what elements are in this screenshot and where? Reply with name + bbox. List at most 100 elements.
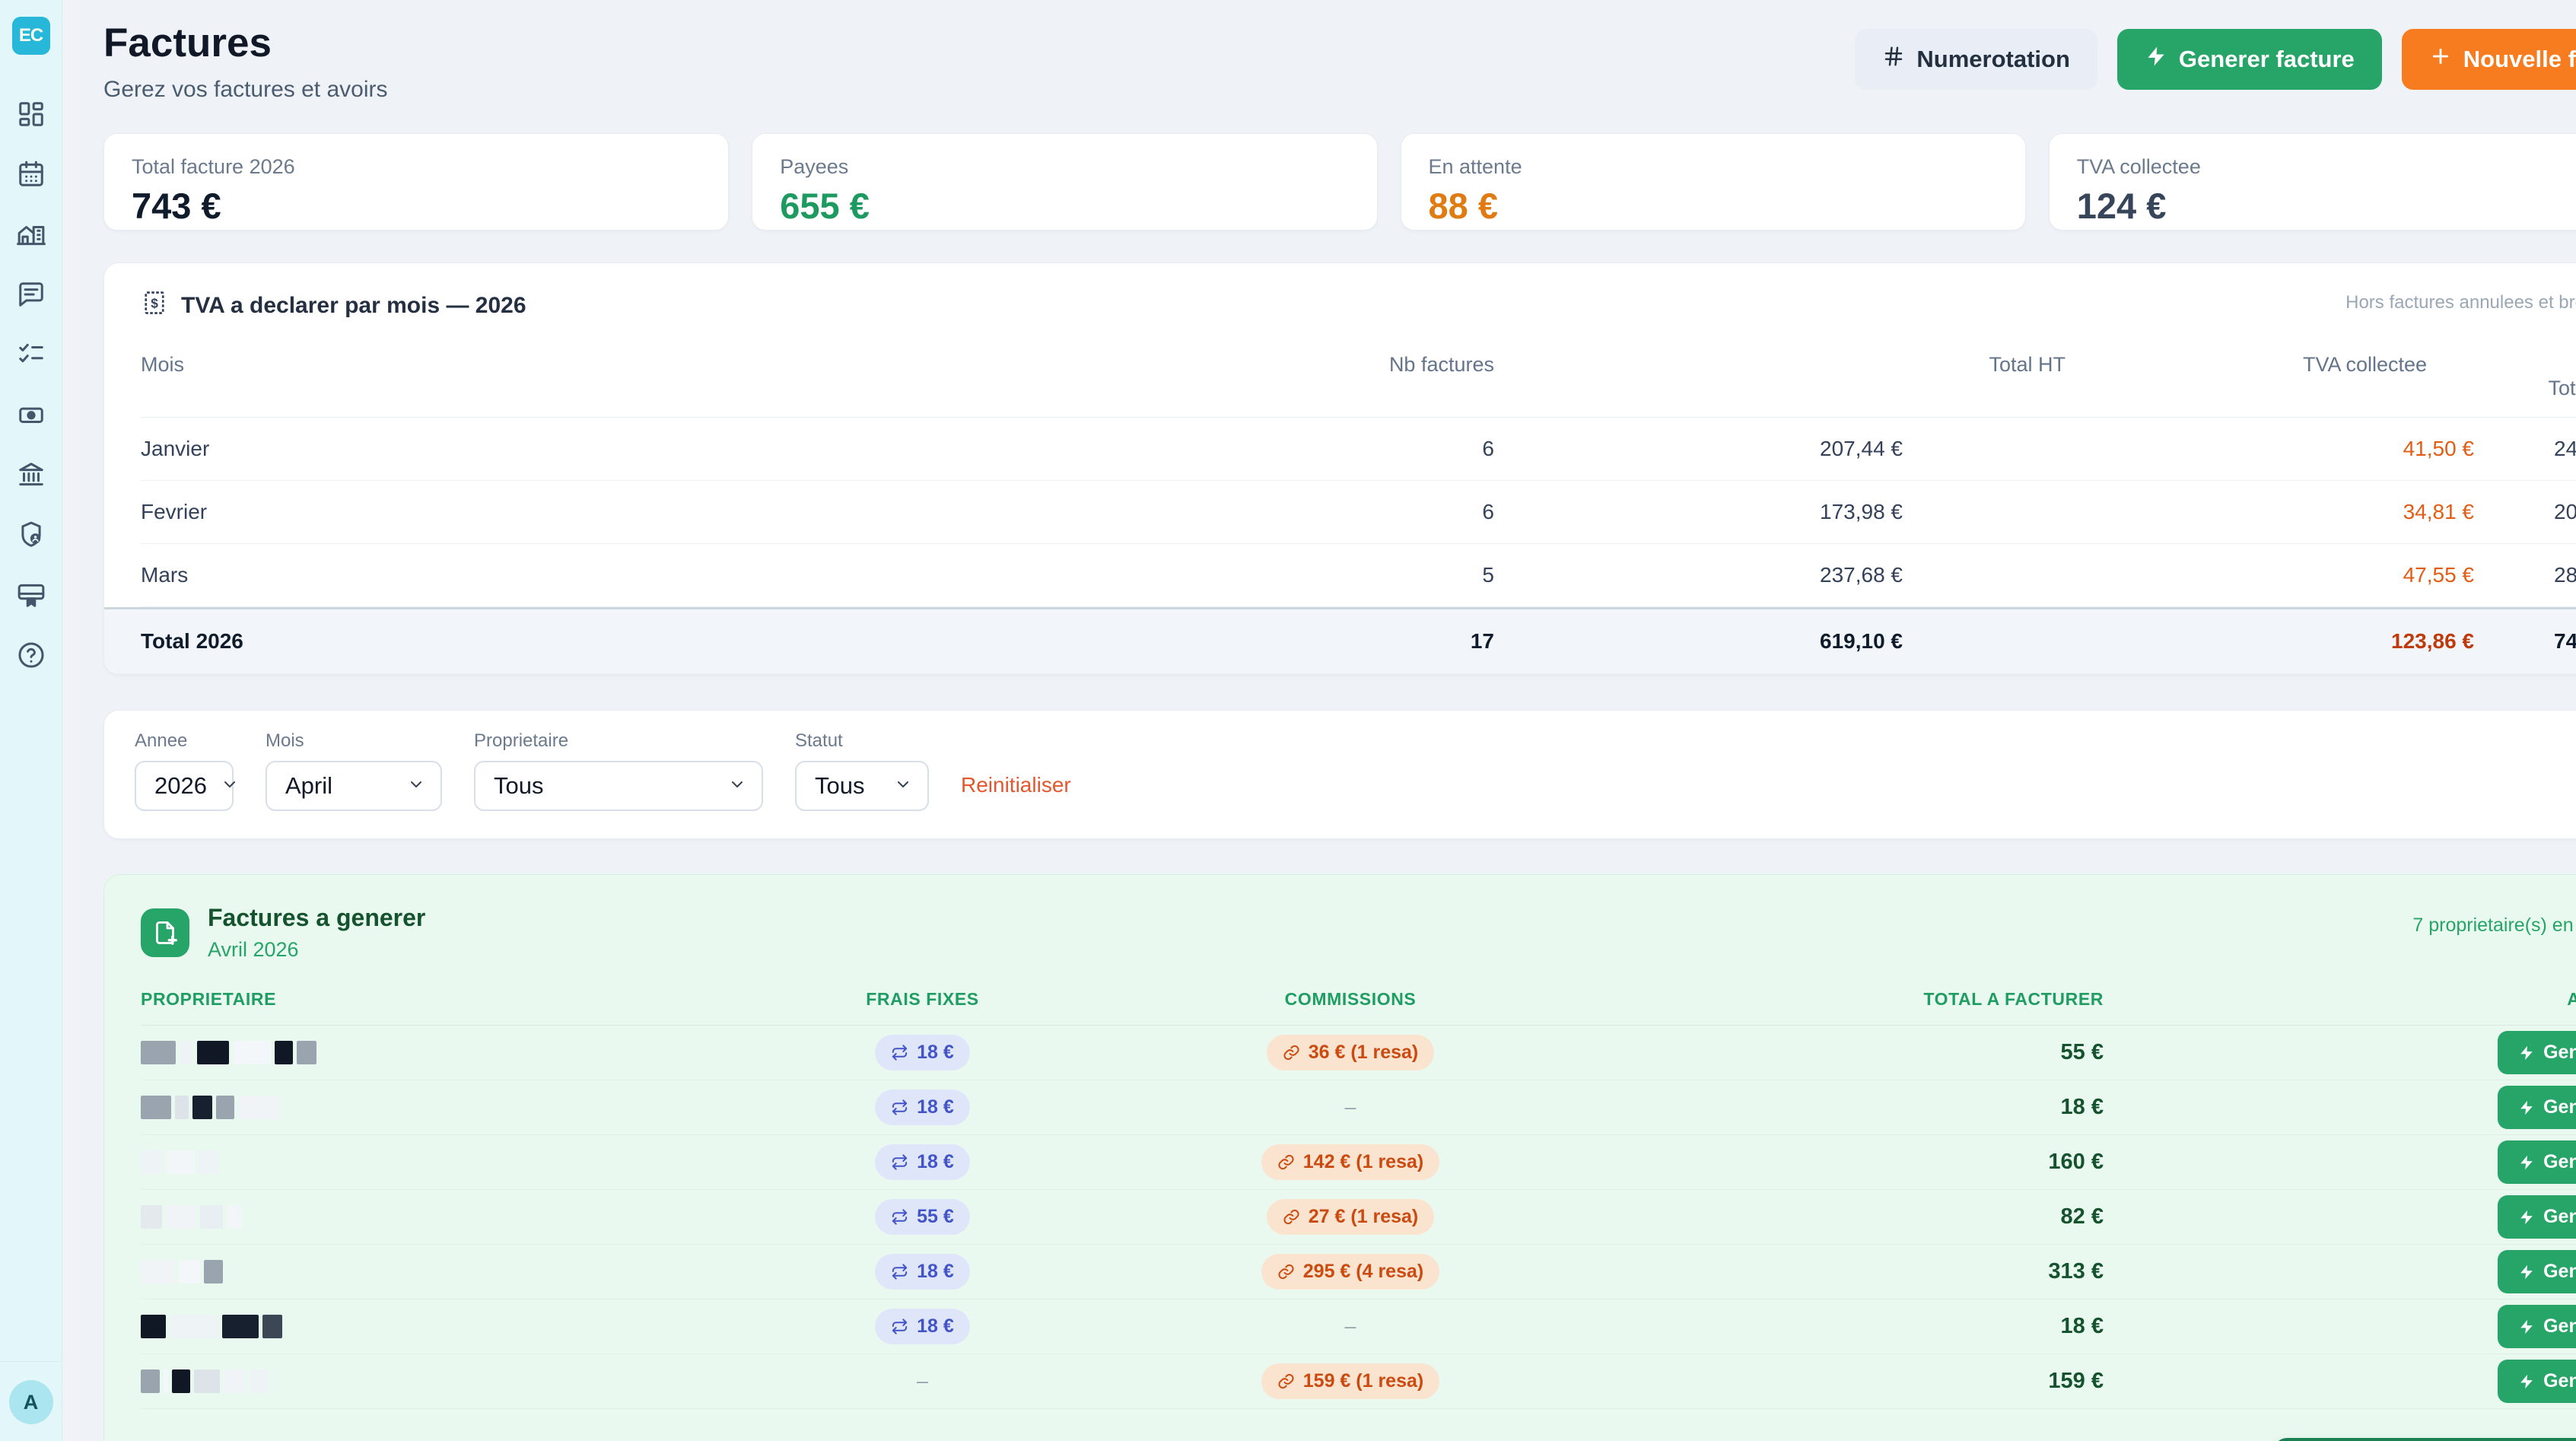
page-header: Factures Gerez vos factures et avoirs Nu…	[103, 20, 2576, 103]
generate-table-header: PROPRIETAIRE FRAIS FIXES COMMISSIONS TOT…	[141, 989, 2576, 1026]
numerotation-button[interactable]: Numerotation	[1855, 29, 2097, 90]
nouvelle-facture-button[interactable]: Nouvelle facture	[2402, 29, 2576, 90]
owner-name-redacted	[141, 1315, 753, 1338]
filters-card: Annee 2026 Mois April Proprietaire Tous …	[103, 710, 2576, 839]
sidebar: EC A	[0, 0, 62, 1441]
repeat-icon	[891, 1208, 908, 1226]
empty-dash: –	[1344, 1315, 1356, 1338]
statut-select[interactable]: Tous	[795, 761, 929, 811]
redact-block	[141, 1150, 164, 1174]
sidebar-item-dashboard[interactable]	[14, 99, 48, 132]
cell-ht: 173,98 €	[1494, 500, 1903, 524]
frais-fixes-cell: 18 €	[753, 1089, 1092, 1125]
chat-icon	[17, 280, 46, 313]
filter-proprietaire: Proprietaire Tous	[474, 730, 763, 811]
stats-row: Total facture 2026 743 € Payees 655 € En…	[103, 133, 2576, 231]
frais-fixes-cell: 18 €	[753, 1254, 1092, 1290]
frais-fixes-badge: 18 €	[875, 1309, 970, 1344]
sidebar-item-training[interactable]	[14, 580, 48, 613]
sidebar-item-help[interactable]	[14, 640, 48, 673]
link-icon	[1283, 1208, 1300, 1226]
generer-row-button[interactable]: Generer	[2498, 1250, 2576, 1293]
commission-badge: 159 € (1 resa)	[1261, 1363, 1439, 1399]
tva-table-row: Fevrier6173,98 €34,81 €208,79 €	[141, 481, 2576, 544]
sidebar-item-messages[interactable]	[14, 279, 48, 313]
sidebar-item-payments[interactable]	[14, 399, 48, 433]
cell-ht: 207,44 €	[1494, 437, 1903, 461]
repeat-icon	[891, 1318, 908, 1335]
stat-label: TVA collectee	[2077, 155, 2576, 179]
redact-block	[166, 1205, 196, 1229]
tva-table-body: Janvier6207,44 €41,50 €248,94 €Fevrier61…	[141, 418, 2576, 674]
redact-block	[262, 1315, 282, 1338]
section-title: Factures a generer	[208, 904, 425, 932]
action-cell: Generer	[2104, 1250, 2576, 1293]
sidebar-item-properties[interactable]	[14, 219, 48, 253]
frais-fixes-cell: 18 €	[753, 1035, 1092, 1070]
generate-table-row: 18 €–18 €Generer	[141, 1299, 2576, 1354]
cell-ttc: 208,79 €	[2474, 500, 2576, 524]
commission-badge: 27 € (1 resa)	[1267, 1199, 1435, 1235]
generer-facture-button[interactable]: Generer facture	[2117, 29, 2382, 90]
chevron-down-icon	[221, 772, 239, 800]
checklist-icon	[17, 340, 46, 373]
redact-block	[249, 1369, 269, 1393]
action-cell: Generer	[2104, 1140, 2576, 1184]
help-icon	[17, 641, 46, 673]
generer-row-button[interactable]: Generer	[2498, 1031, 2576, 1074]
tva-table-row: Janvier6207,44 €41,50 €248,94 €	[141, 418, 2576, 481]
total-a-facturer-cell: 159 €	[1609, 1369, 2104, 1394]
generate-table-row: 18 €295 € (4 resa)313 €Generer	[141, 1245, 2576, 1299]
proprietaire-select[interactable]: Tous	[474, 761, 763, 811]
commission-cell: 36 € (1 resa)	[1092, 1035, 1609, 1070]
bolt-icon	[2518, 1209, 2535, 1226]
reset-filters-link[interactable]: Reinitialiser	[961, 773, 1071, 797]
generate-table-row: – 159 € (1 resa) 159 € Generer	[141, 1354, 2576, 1409]
redact-block	[216, 1096, 234, 1119]
tva-card: $ TVA a declarer par mois — 2026 Hors fa…	[103, 262, 2576, 675]
owner-name-redacted	[141, 1260, 753, 1284]
header-actions: Numerotation Generer facture Nouvelle fa…	[1855, 29, 2576, 90]
frais-fixes-cell: –	[753, 1369, 1092, 1393]
commission-cell: 159 € (1 resa)	[1092, 1363, 1609, 1399]
cell-mois: Fevrier	[141, 500, 1086, 524]
user-avatar[interactable]: A	[9, 1380, 53, 1424]
sidebar-item-calendar[interactable]	[14, 159, 48, 192]
cell-tva: 47,55 €	[1903, 563, 2474, 587]
sidebar-item-tasks[interactable]	[14, 339, 48, 373]
stat-value: 124 €	[2077, 185, 2576, 227]
redact-block	[238, 1096, 280, 1119]
presentation-icon	[17, 581, 46, 613]
redact-block	[141, 1041, 176, 1064]
redact-block	[197, 1041, 229, 1064]
cell-nb: 5	[1086, 563, 1494, 587]
cell-ttc: 742,96 €	[2474, 629, 2576, 654]
generate-table-row: 18 €142 € (1 resa)160 €Generer	[141, 1135, 2576, 1190]
generer-row-button[interactable]: Generer	[2498, 1195, 2576, 1239]
cell-tva: 123,86 €	[1903, 629, 2474, 654]
commission-badge: 142 € (1 resa)	[1261, 1144, 1439, 1180]
annee-select[interactable]: 2026	[135, 761, 234, 811]
link-icon	[1277, 1263, 1295, 1280]
sidebar-item-bank[interactable]	[14, 460, 48, 493]
chevron-down-icon	[728, 772, 746, 800]
generate-all-button[interactable]: Generer toutes les factures	[2274, 1438, 2576, 1441]
generer-row-button[interactable]: Generer	[2498, 1086, 2576, 1129]
generer-row-button[interactable]: Generer	[2498, 1360, 2576, 1403]
cell-tva: 34,81 €	[1903, 500, 2474, 524]
frais-fixes-badge: 55 €	[875, 1199, 970, 1235]
bolt-icon	[2518, 1154, 2535, 1171]
frais-fixes-badge: 18 €	[875, 1254, 970, 1290]
building-home-icon	[17, 220, 46, 253]
repeat-icon	[891, 1099, 908, 1116]
filter-mois: Mois April	[266, 730, 442, 811]
chevron-down-icon	[407, 772, 425, 800]
app-logo[interactable]: EC	[12, 17, 50, 55]
sidebar-item-security[interactable]	[14, 520, 48, 553]
receipt-icon: $	[141, 289, 168, 323]
page-title: Factures	[103, 20, 387, 66]
generer-row-button[interactable]: Generer	[2498, 1140, 2576, 1184]
generer-row-button[interactable]: Generer	[2498, 1305, 2576, 1348]
mois-select[interactable]: April	[266, 761, 442, 811]
action-cell: Generer	[2104, 1031, 2576, 1074]
